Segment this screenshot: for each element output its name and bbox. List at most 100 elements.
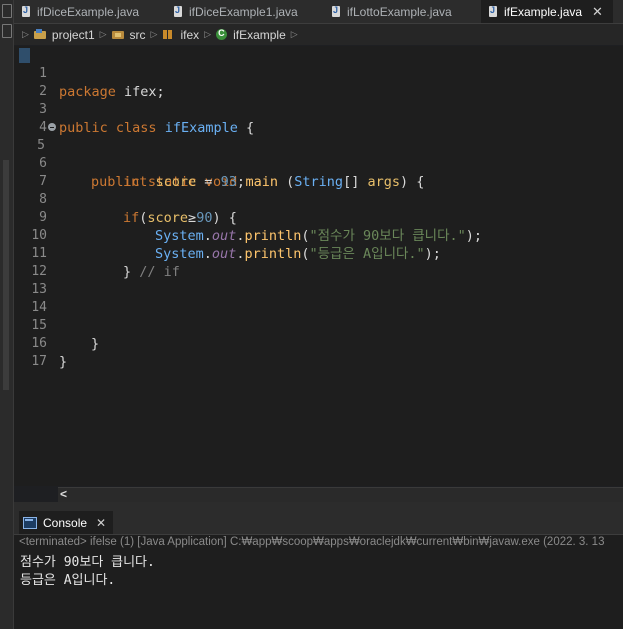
code-text: ifex;	[115, 84, 165, 100]
number-literal: 93	[220, 174, 237, 190]
editor-tab-bar: ifDiceExample.java ifDiceExample1.java i…	[14, 0, 623, 24]
tab-label: ifDiceExample1.java	[189, 4, 298, 19]
breadcrumb-folder[interactable]: src	[130, 28, 146, 42]
code-text: ≥	[188, 210, 197, 226]
code-text: }	[91, 336, 100, 352]
code-line: 14	[14, 281, 47, 315]
package-icon	[162, 29, 175, 40]
code-line: 10 System.out.println("등급은 A입니다.");	[14, 209, 441, 262]
code-editor[interactable]: 1 package ifex; 2 3 public class ifExamp…	[14, 46, 623, 486]
code-text: []	[343, 174, 368, 190]
code-line: 6 int score = 93;	[14, 137, 245, 190]
panel-scrollbar[interactable]	[3, 160, 9, 390]
method-name: main	[245, 174, 279, 190]
parameter: args	[367, 174, 400, 190]
method-name: println	[244, 228, 302, 244]
class-name: System	[155, 246, 204, 262]
keyword: package	[59, 84, 116, 100]
chevron-right-icon: ▷	[204, 29, 212, 39]
code-line: 5 public static void main (String[] args…	[14, 119, 424, 190]
code-text: }	[123, 264, 132, 280]
tab-ifdiceexample[interactable]: ifDiceExample.java	[22, 0, 139, 23]
panel-toggle-icon[interactable]	[2, 4, 12, 18]
code-line: 11 } // if	[14, 227, 180, 280]
project-icon	[33, 29, 47, 40]
console-tab-bar: Console ✕	[14, 510, 623, 535]
keyword: int	[123, 174, 148, 190]
breadcrumb: ▷ project1 ▷ src ▷ ifex ▷ ifExample ▷	[14, 24, 623, 45]
tab-iflottoexample[interactable]: ifLottoExample.java	[332, 0, 452, 23]
code-line: 1 package ifex;	[14, 47, 165, 100]
comment: // if	[131, 264, 180, 280]
variable: score	[147, 210, 189, 226]
java-file-icon	[174, 5, 183, 18]
variable: score	[155, 174, 197, 190]
java-file-icon	[489, 5, 498, 18]
code-line: 12	[14, 245, 47, 279]
breadcrumb-class[interactable]: ifExample	[233, 28, 286, 42]
code-text: (	[301, 246, 310, 262]
console-tab-label: Console	[43, 515, 88, 530]
code-line: 7	[14, 155, 47, 189]
code-text: {	[237, 120, 255, 136]
keyword: public	[59, 120, 108, 136]
code-line: 17	[14, 335, 47, 369]
code-line: 2	[14, 65, 47, 99]
chevron-right-icon: ▷	[150, 29, 158, 39]
java-file-icon	[332, 5, 341, 18]
static-field: out	[211, 246, 237, 262]
line-number: 17	[31, 354, 47, 369]
type-name: String	[294, 174, 344, 190]
code-text: ) {	[399, 174, 425, 190]
panel-divider[interactable]	[14, 502, 623, 510]
number-literal: 90	[196, 210, 213, 226]
code-text: ;	[236, 174, 245, 190]
chevron-right-icon: ▷	[22, 29, 29, 39]
code-line: 4	[14, 101, 47, 135]
code-text: .	[203, 228, 212, 244]
breadcrumb-package[interactable]: ifex	[180, 28, 199, 42]
class-name: ifExample	[164, 120, 238, 136]
fold-collapse-icon[interactable]	[48, 123, 56, 131]
console-output[interactable]: <terminated> ifelse (1) [Java Applicatio…	[14, 535, 623, 629]
breadcrumb-project[interactable]: project1	[52, 28, 95, 42]
code-text: );	[465, 228, 483, 244]
code-text: ) {	[212, 210, 237, 226]
tab-ifexample[interactable]: ifExample.java ✕	[481, 0, 613, 23]
code-line: 13	[14, 263, 47, 297]
horizontal-scrollbar[interactable]: <	[58, 487, 623, 502]
tab-label: ifExample.java	[504, 4, 583, 19]
keyword: if	[123, 210, 140, 226]
code-text: .	[203, 246, 212, 262]
class-icon	[216, 28, 228, 41]
keyword: class	[115, 120, 157, 136]
code-text: }	[59, 354, 68, 370]
tab-console[interactable]: Console ✕	[19, 511, 114, 534]
tab-ifdiceexample1[interactable]: ifDiceExample1.java	[174, 0, 298, 23]
tab-label: ifDiceExample.java	[37, 4, 140, 19]
scroll-left-icon[interactable]: <	[60, 487, 67, 501]
static-field: out	[211, 228, 237, 244]
code-text: (	[301, 228, 310, 244]
code-text: =	[196, 174, 221, 190]
tab-label: ifLottoExample.java	[347, 4, 452, 19]
panel-toggle-icon[interactable]	[2, 24, 12, 38]
console-line: 등급은 A입니다.	[20, 573, 116, 588]
chevron-right-icon: ▷	[99, 29, 107, 39]
class-name: System	[155, 228, 204, 244]
close-icon[interactable]: ✕	[592, 4, 603, 20]
code-text: (	[278, 174, 295, 190]
chevron-right-icon: ▷	[290, 29, 298, 39]
java-file-icon	[22, 5, 31, 18]
code-line: 8 if(score≥90) {	[14, 173, 237, 226]
code-line: 3 public class ifExample {	[14, 83, 254, 136]
code-line: 9 System.out.println("점수가 90보다 큽니다.");	[14, 191, 482, 244]
code-line: 16 }	[14, 317, 67, 370]
string-literal: "점수가 90보다 큽니다."	[309, 228, 466, 244]
source-folder-icon	[111, 29, 125, 40]
method-name: println	[244, 246, 302, 262]
close-icon[interactable]: ✕	[96, 516, 106, 530]
string-literal: "등급은 A입니다."	[309, 246, 425, 262]
code-line: 15 }	[14, 299, 99, 352]
left-side-panel	[0, 0, 14, 629]
